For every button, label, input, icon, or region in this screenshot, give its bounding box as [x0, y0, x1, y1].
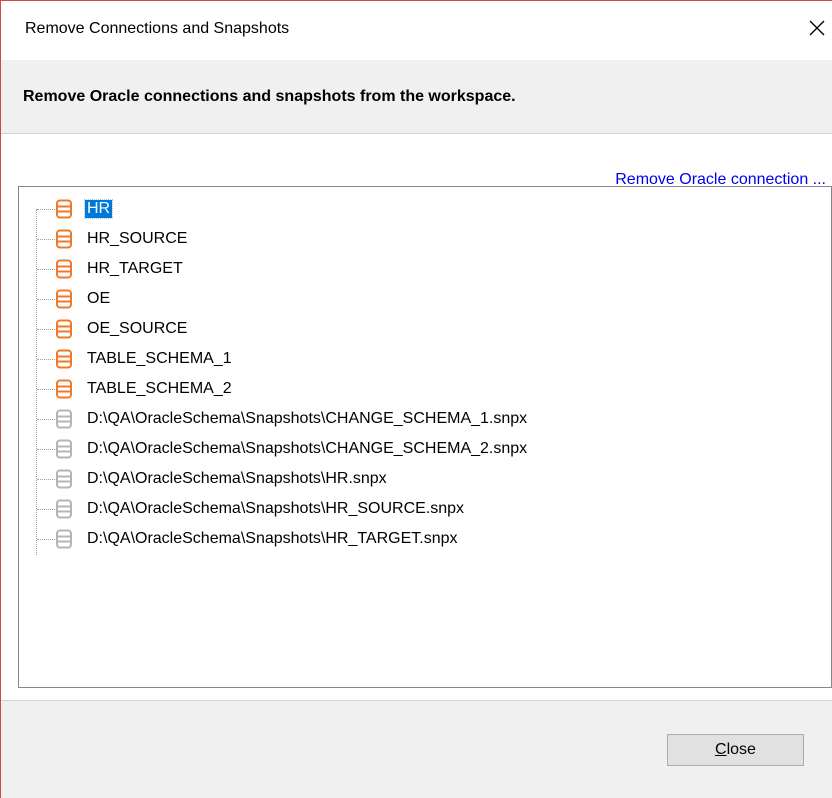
tree-item[interactable]: HR: [19, 194, 799, 224]
tree-item-label: OE_SOURCE: [87, 320, 188, 337]
tree-item[interactable]: OE_SOURCE: [19, 314, 799, 344]
tree-item-label: TABLE_SCHEMA_1: [87, 350, 232, 367]
tree-item-label: TABLE_SCHEMA_2: [87, 380, 232, 397]
tree-item[interactable]: D:\QA\OracleSchema\Snapshots\CHANGE_SCHE…: [19, 434, 799, 464]
dialog-footer: Close: [1, 700, 832, 798]
database-icon: [56, 379, 72, 399]
tree-connector: [37, 239, 57, 240]
tree-item-label: OE: [87, 290, 111, 307]
close-button-label: lose: [726, 741, 756, 758]
tree-connector: [37, 359, 57, 360]
tree-item-label: D:\QA\OracleSchema\Snapshots\HR.snpx: [87, 470, 387, 487]
snapshot-database-icon: [56, 529, 72, 549]
tree-item[interactable]: OE: [19, 284, 799, 314]
tree-item-label: D:\QA\OracleSchema\Snapshots\HR_TARGET.s…: [87, 530, 458, 547]
connections-tree[interactable]: HR HR_SOURCE HR_TARGET OE OE_SOURCE TABLE_SCH…: [18, 186, 832, 688]
tree-item-label: D:\QA\OracleSchema\Snapshots\HR_SOURCE.s…: [87, 500, 465, 517]
close-button-mnemonic: C: [715, 741, 727, 758]
database-icon: [56, 199, 72, 219]
tree-item[interactable]: HR_TARGET: [19, 254, 799, 284]
tree-connector: [37, 509, 57, 510]
tree-item[interactable]: HR_SOURCE: [19, 224, 799, 254]
close-button[interactable]: Close: [667, 734, 804, 766]
database-icon: [56, 259, 72, 279]
tree-connector: [37, 419, 57, 420]
tree-item[interactable]: TABLE_SCHEMA_2: [19, 374, 799, 404]
database-icon: [56, 349, 72, 369]
tree-item-label: HR_SOURCE: [87, 230, 188, 247]
tree-item[interactable]: D:\QA\OracleSchema\Snapshots\HR_SOURCE.s…: [19, 494, 799, 524]
tree-connector: [37, 209, 57, 210]
tree-connector: [37, 329, 57, 330]
remove-connections-dialog: Remove Connections and Snapshots Remove …: [0, 0, 832, 798]
dialog-content: Remove Oracle connection ... HR HR_SOURCE…: [1, 134, 832, 700]
snapshot-database-icon: [56, 409, 72, 429]
title-bar: Remove Connections and Snapshots: [1, 1, 832, 60]
window-title: Remove Connections and Snapshots: [25, 20, 290, 37]
tree-item-label: D:\QA\OracleSchema\Snapshots\CHANGE_SCHE…: [87, 410, 528, 427]
tree-connector: [37, 479, 57, 480]
close-x-glyph: [809, 20, 825, 36]
snapshot-database-icon: [56, 469, 72, 489]
snapshot-database-icon: [56, 439, 72, 459]
close-icon[interactable]: [802, 9, 832, 47]
tree-item[interactable]: D:\QA\OracleSchema\Snapshots\HR_TARGET.s…: [19, 524, 799, 554]
tree-item[interactable]: D:\QA\OracleSchema\Snapshots\HR.snpx: [19, 464, 799, 494]
snapshot-database-icon: [56, 499, 72, 519]
dialog-header: Remove Oracle connections and snapshots …: [1, 60, 832, 134]
database-icon: [56, 229, 72, 249]
header-description: Remove Oracle connections and snapshots …: [23, 88, 516, 105]
tree-item[interactable]: D:\QA\OracleSchema\Snapshots\CHANGE_SCHE…: [19, 404, 799, 434]
tree-item-label: D:\QA\OracleSchema\Snapshots\CHANGE_SCHE…: [87, 440, 528, 457]
tree-connector: [37, 449, 57, 450]
database-icon: [56, 319, 72, 339]
tree-connector: [37, 539, 57, 540]
tree-item-label: HR_TARGET: [87, 260, 183, 277]
tree-connector: [37, 299, 57, 300]
tree-connector: [37, 389, 57, 390]
database-icon: [56, 289, 72, 309]
tree-item[interactable]: TABLE_SCHEMA_1: [19, 344, 799, 374]
tree-connector: [37, 269, 57, 270]
tree-item-label: HR: [83, 199, 114, 219]
